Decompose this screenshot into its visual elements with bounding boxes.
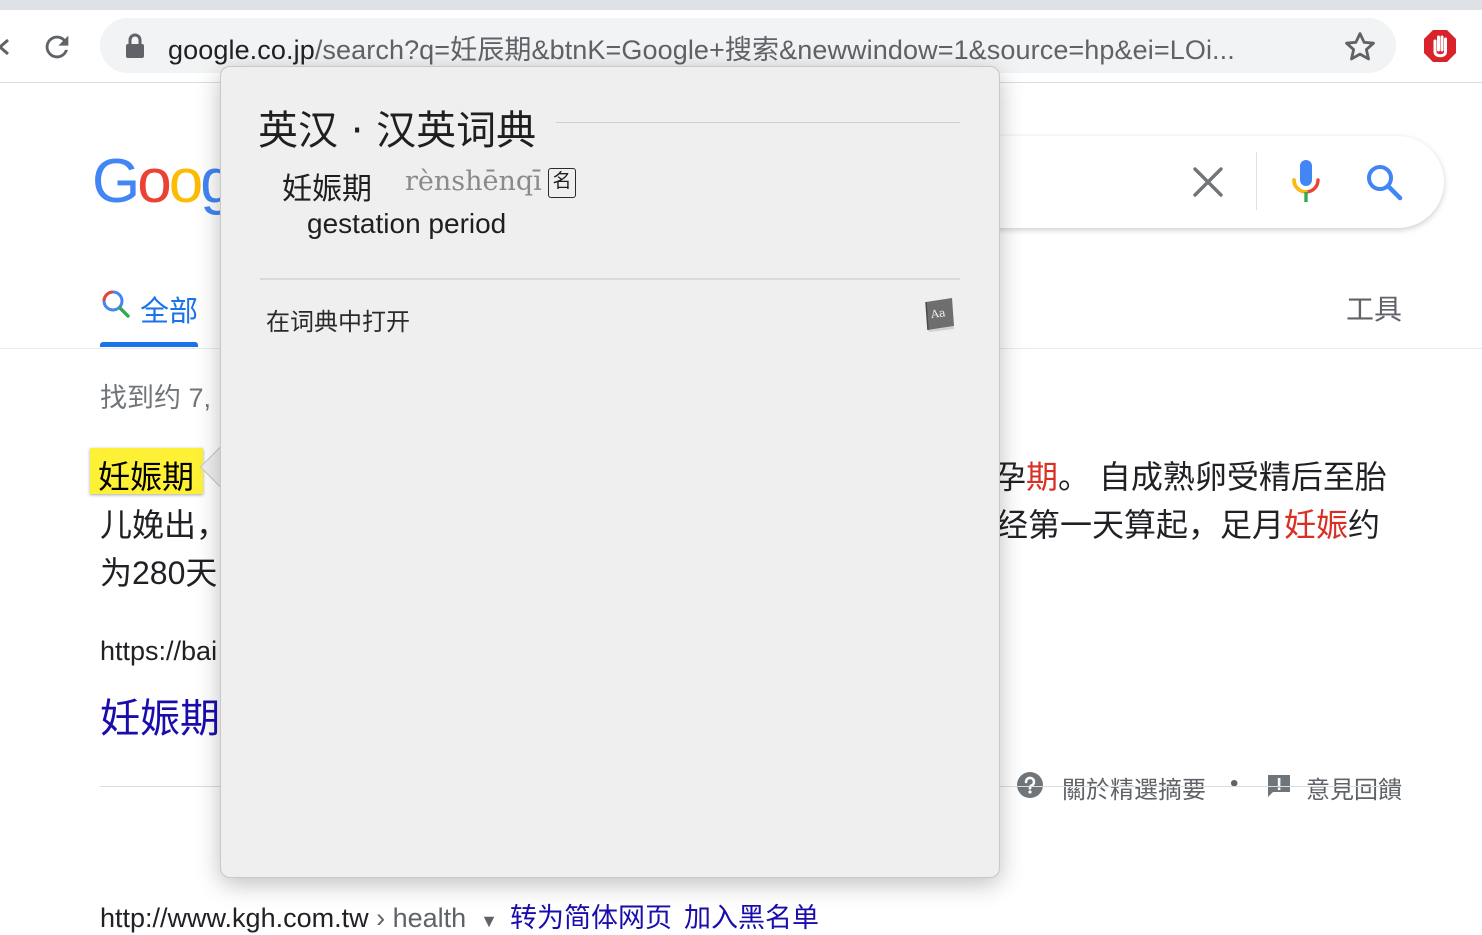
part-of-speech-badge: 名: [548, 168, 576, 198]
popover-arrow-join: [221, 444, 235, 492]
star-icon[interactable]: [1343, 30, 1377, 64]
snippet-text: 。 自成熟卵受精后至胎: [1058, 459, 1387, 495]
headword: 妊娠期: [282, 172, 372, 207]
tools-button[interactable]: 工具: [1346, 288, 1402, 328]
back-icon[interactable]: [0, 36, 12, 58]
dictionary-title: 英汉 · 汉英词典: [258, 108, 537, 154]
separator-dot: •: [1230, 770, 1239, 797]
google-logo[interactable]: Goog: [92, 146, 235, 217]
logo-letter: o: [137, 147, 172, 216]
result-2-url[interactable]: http://www.kgh.com.tw: [100, 903, 369, 933]
feedback-link[interactable]: 意見回饋: [1306, 770, 1402, 805]
url-path: /search?q=妊辰期&btnK=Google+搜索&newwindow=1…: [314, 35, 1235, 65]
definition: gestation period: [307, 208, 507, 239]
logo-letter: o: [168, 147, 204, 216]
result-2-path: › health: [368, 903, 467, 933]
tab-strip: [0, 0, 1482, 10]
result-2-cite: http://www.kgh.com.tw › health ▼ 转为简体网页 加入黑…: [100, 896, 819, 935]
blocklist-link[interactable]: 加入黑名单: [684, 903, 819, 933]
open-in-dictionary-link[interactable]: 在词典中打开: [266, 302, 410, 337]
snippet-line-3: 为280天: [100, 555, 218, 591]
popover-divider: [260, 278, 960, 280]
book-icon-label: Aa: [929, 306, 947, 321]
search-divider: [1256, 152, 1257, 210]
search-icon[interactable]: [1364, 162, 1404, 202]
snippet-line-2: 经第一天算起，足月妊娠约: [996, 500, 1380, 546]
snippet-line-2-left: 儿娩出，: [100, 507, 229, 543]
microphone-icon[interactable]: [1290, 158, 1322, 204]
snippet-text: 约: [1348, 507, 1381, 543]
tab-all-indicator: [100, 342, 198, 347]
result-title-link[interactable]: 妊娠期: [100, 686, 220, 744]
stop-hand-icon[interactable]: [1422, 28, 1458, 64]
url-host: google.co.jp: [168, 35, 315, 65]
dictionary-book-icon[interactable]: Aa: [922, 296, 956, 332]
url-text[interactable]: google.co.jp/search?q=妊辰期&btnK=Google+搜索…: [168, 28, 1235, 67]
lock-icon[interactable]: [124, 33, 146, 59]
title-rule: [556, 122, 960, 123]
highlighted-word: 妊娠期: [98, 459, 195, 495]
tab-all[interactable]: 全部: [140, 288, 198, 330]
clear-search-icon[interactable]: [1190, 164, 1226, 200]
result-count: 找到约 7,: [100, 383, 212, 413]
reload-icon[interactable]: [40, 30, 74, 64]
result-url[interactable]: https://bai: [100, 636, 217, 667]
snippet-emphasis: 妊娠: [1284, 507, 1349, 543]
about-featured-snippets-link[interactable]: 關於精選摘要: [1062, 770, 1206, 805]
pinyin: rènshēnqī: [405, 166, 542, 197]
snippet-emphasis: 期: [1026, 459, 1059, 495]
result-2-menu-icon[interactable]: ▼: [480, 911, 498, 931]
translate-link[interactable]: 转为简体网页: [510, 903, 672, 933]
help-icon[interactable]: [1016, 771, 1044, 799]
snippet-line-1: 孕期。 自成熟卵受精后至胎: [994, 452, 1387, 498]
snippet-text: 经第一天算起，足月: [996, 507, 1285, 543]
logo-letter: G: [92, 147, 140, 216]
search-tab-icon: [102, 290, 130, 318]
